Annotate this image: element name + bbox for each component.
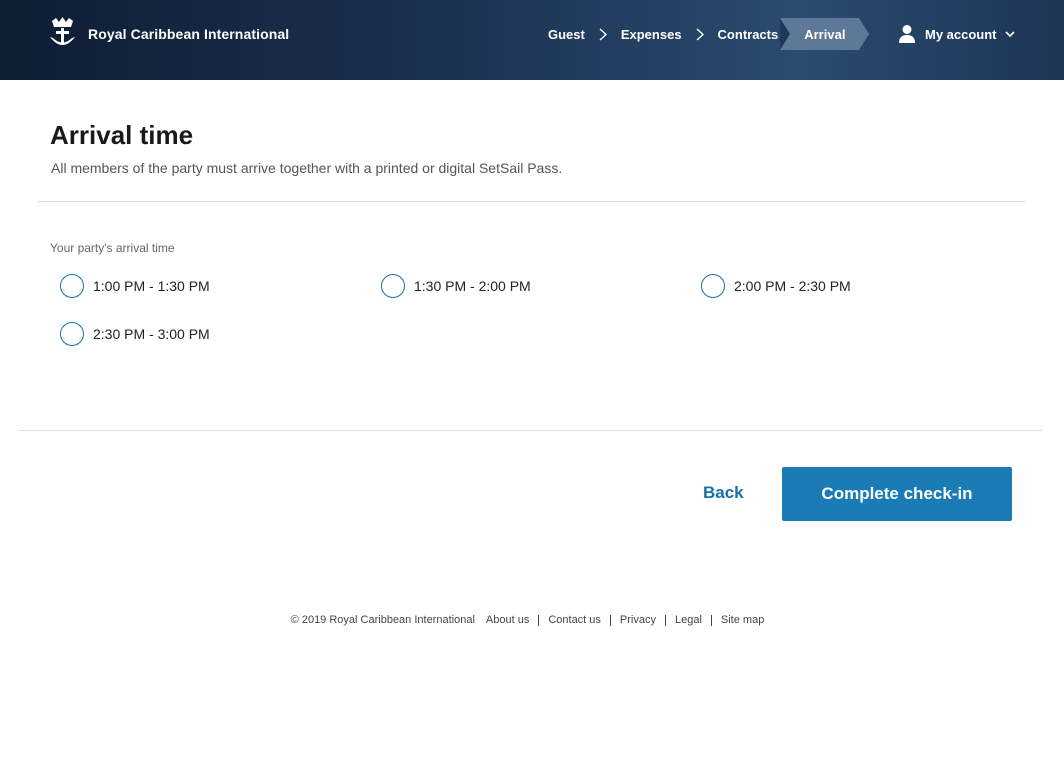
site-footer: © 2019 Royal Caribbean International Abo…	[0, 614, 1064, 626]
option-label: 2:30 PM - 3:00 PM	[93, 326, 210, 342]
account-label: My account	[925, 26, 997, 42]
radio-button[interactable]	[60, 274, 84, 298]
step-expenses[interactable]: Expenses	[621, 18, 682, 50]
option-label: 1:30 PM - 2:00 PM	[414, 278, 531, 294]
checkin-steps: Guest Expenses Contracts Arrival	[548, 18, 870, 50]
footer-link-legal[interactable]: Legal	[666, 614, 711, 626]
user-icon	[899, 25, 915, 43]
arrival-option-3[interactable]: 2:00 PM - 2:30 PM	[701, 274, 851, 298]
option-label: 2:00 PM - 2:30 PM	[734, 278, 851, 294]
account-menu[interactable]: My account	[898, 24, 1015, 44]
arrival-option-2[interactable]: 1:30 PM - 2:00 PM	[381, 274, 531, 298]
arrival-option-1[interactable]: 1:00 PM - 1:30 PM	[60, 274, 210, 298]
page-title: Arrival time	[50, 120, 194, 150]
radio-button[interactable]	[701, 274, 725, 298]
footer-link-about[interactable]: About us	[486, 614, 538, 626]
complete-checkin-button[interactable]: Complete check-in	[782, 467, 1012, 521]
step-guest[interactable]: Guest	[548, 18, 585, 50]
radio-button[interactable]	[60, 322, 84, 346]
brand-name: Royal Caribbean International	[88, 26, 290, 42]
arrival-time-label: Your party's arrival time	[50, 241, 175, 255]
footer-link-contact[interactable]: Contact us	[539, 614, 610, 626]
footer-link-sitemap[interactable]: Site map	[712, 614, 773, 626]
option-label: 1:00 PM - 1:30 PM	[93, 278, 210, 294]
divider	[18, 430, 1043, 431]
brand-logo[interactable]: Royal Caribbean International	[48, 17, 289, 51]
chevron-right-icon	[696, 27, 704, 41]
step-contracts[interactable]: Contracts	[718, 18, 779, 50]
page-subtitle: All members of the party must arrive tog…	[51, 160, 563, 176]
divider	[37, 201, 1025, 202]
site-header: Royal Caribbean International Guest Expe…	[0, 0, 1064, 80]
back-button[interactable]: Back	[703, 483, 744, 503]
copyright-text: © 2019 Royal Caribbean International	[290, 614, 475, 626]
radio-button[interactable]	[381, 274, 405, 298]
footer-link-privacy[interactable]: Privacy	[611, 614, 665, 626]
chevron-down-icon	[1004, 30, 1015, 38]
arrival-option-4[interactable]: 2:30 PM - 3:00 PM	[60, 322, 210, 346]
chevron-right-icon	[599, 27, 607, 41]
step-arrival[interactable]: Arrival	[780, 18, 870, 50]
crown-anchor-icon	[50, 17, 75, 45]
